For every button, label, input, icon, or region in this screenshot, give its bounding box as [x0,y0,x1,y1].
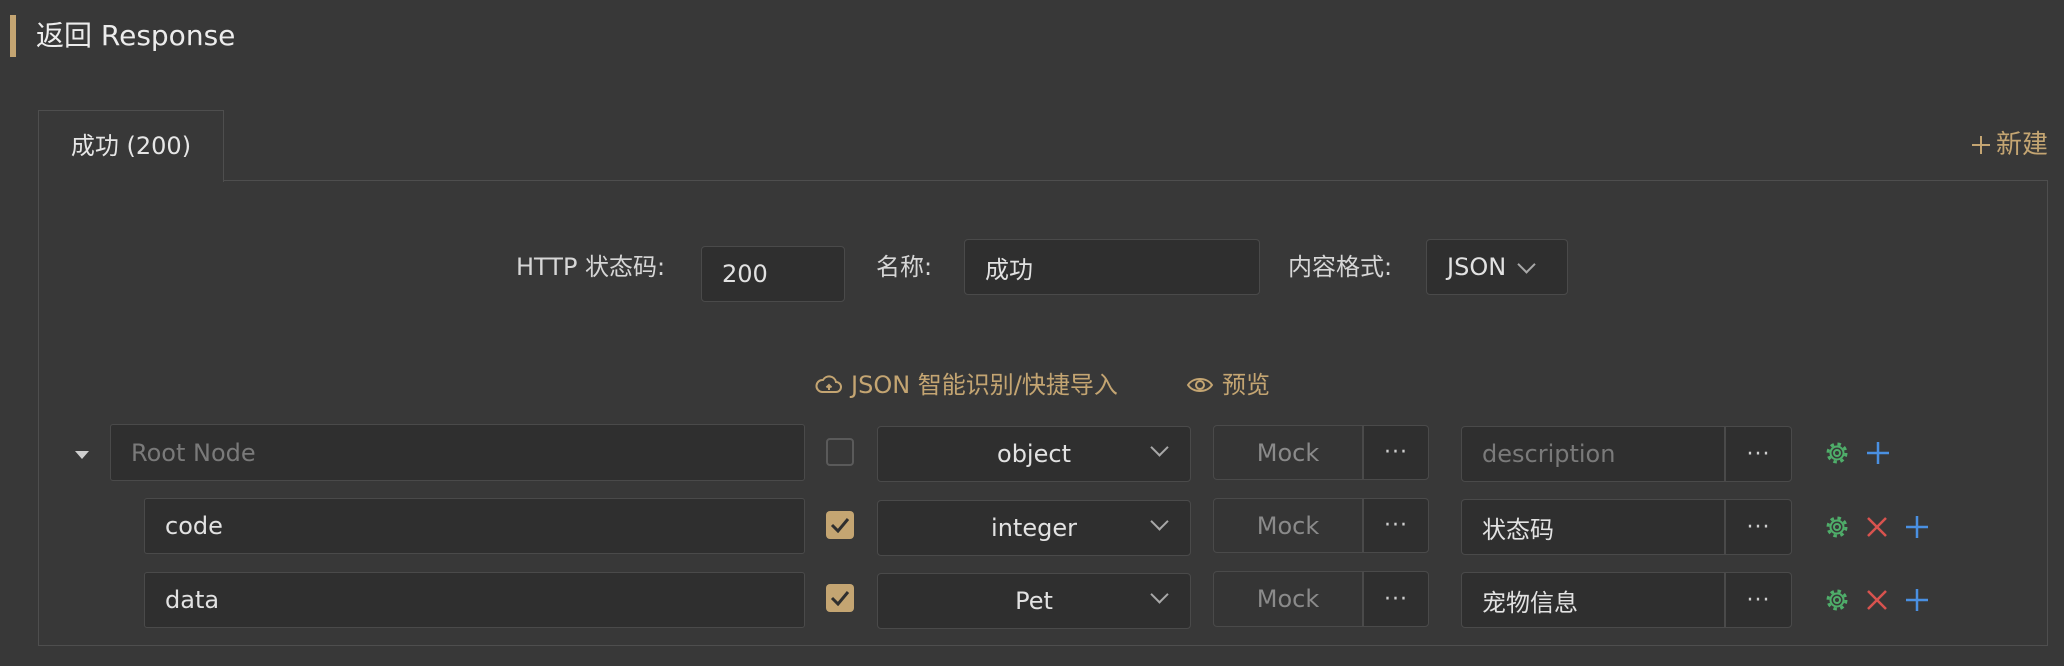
required-checkbox[interactable] [826,438,854,466]
description-more-button[interactable]: ··· [1725,426,1792,482]
add-child-button[interactable] [1863,438,1893,468]
chevron-down-icon [1150,585,1169,604]
mock-input[interactable]: Mock [1213,498,1363,553]
mock-input[interactable]: Mock [1213,571,1363,627]
settings-button[interactable] [1822,585,1852,615]
type-select[interactable]: integer [877,500,1191,556]
type-value: integer [991,514,1077,542]
format-value: JSON [1447,253,1507,281]
json-import-link[interactable]: JSON 智能识别/快捷导入 [815,369,1118,401]
json-import-label: JSON 智能识别/快捷导入 [851,371,1118,399]
gear-icon [1826,516,1848,538]
gear-icon [1826,442,1848,464]
schema-name-input[interactable]: data [144,572,805,628]
check-icon [830,591,850,606]
mock-more-button[interactable]: ··· [1363,571,1429,627]
close-icon [1867,590,1887,610]
chevron-down-icon [1150,438,1169,457]
description-input[interactable]: 宠物信息 [1461,572,1725,628]
name-input[interactable]: 成功 [964,239,1260,295]
new-button-label: 新建 [1995,130,2048,160]
close-icon [1867,517,1887,537]
required-checkbox[interactable] [826,511,854,539]
schema-name-input[interactable]: Root Node [110,424,805,481]
section-title: 返回 Response [36,19,236,52]
format-select[interactable]: JSON [1426,239,1568,295]
preview-label: 预览 [1222,371,1270,399]
type-select[interactable]: Pet [877,573,1191,629]
chevron-down-icon [1150,512,1169,531]
caret-down-icon[interactable] [75,451,89,459]
description-more-button[interactable]: ··· [1725,499,1792,555]
cloud-icon [815,375,842,393]
mock-more-button[interactable]: ··· [1363,498,1429,553]
format-label: 内容格式: [1288,253,1393,281]
plus-icon [1971,136,1990,154]
required-checkbox[interactable] [826,584,854,612]
type-value: Pet [1015,587,1053,615]
mock-more-button[interactable]: ··· [1363,425,1429,480]
http-status-input[interactable]: 200 [701,246,845,302]
type-value: object [997,440,1071,468]
plus-icon [1867,442,1889,464]
check-icon [830,518,850,533]
settings-button[interactable] [1822,438,1852,468]
add-sibling-button[interactable] [1902,585,1932,615]
new-response-button[interactable]: 新建 [1970,128,2048,162]
settings-button[interactable] [1822,512,1852,542]
description-more-button[interactable]: ··· [1725,572,1792,628]
section-accent-bar [10,15,16,57]
delete-button[interactable] [1862,512,1892,542]
http-status-label: HTTP 状态码: [516,253,666,281]
plus-icon [1906,589,1928,611]
schema-name-input[interactable]: code [144,498,805,554]
name-label: 名称: [876,253,933,281]
plus-icon [1906,516,1928,538]
description-input[interactable]: 状态码 [1461,499,1725,555]
eye-icon [1186,378,1214,392]
preview-link[interactable]: 预览 [1186,369,1270,401]
add-sibling-button[interactable] [1902,512,1932,542]
chevron-down-icon [1517,254,1536,274]
mock-input[interactable]: Mock [1213,425,1363,480]
tab-success-200[interactable]: 成功 (200) [38,110,224,182]
gear-icon [1826,589,1848,611]
type-select[interactable]: object [877,426,1191,482]
delete-button[interactable] [1862,585,1892,615]
description-input[interactable]: description [1461,426,1725,482]
